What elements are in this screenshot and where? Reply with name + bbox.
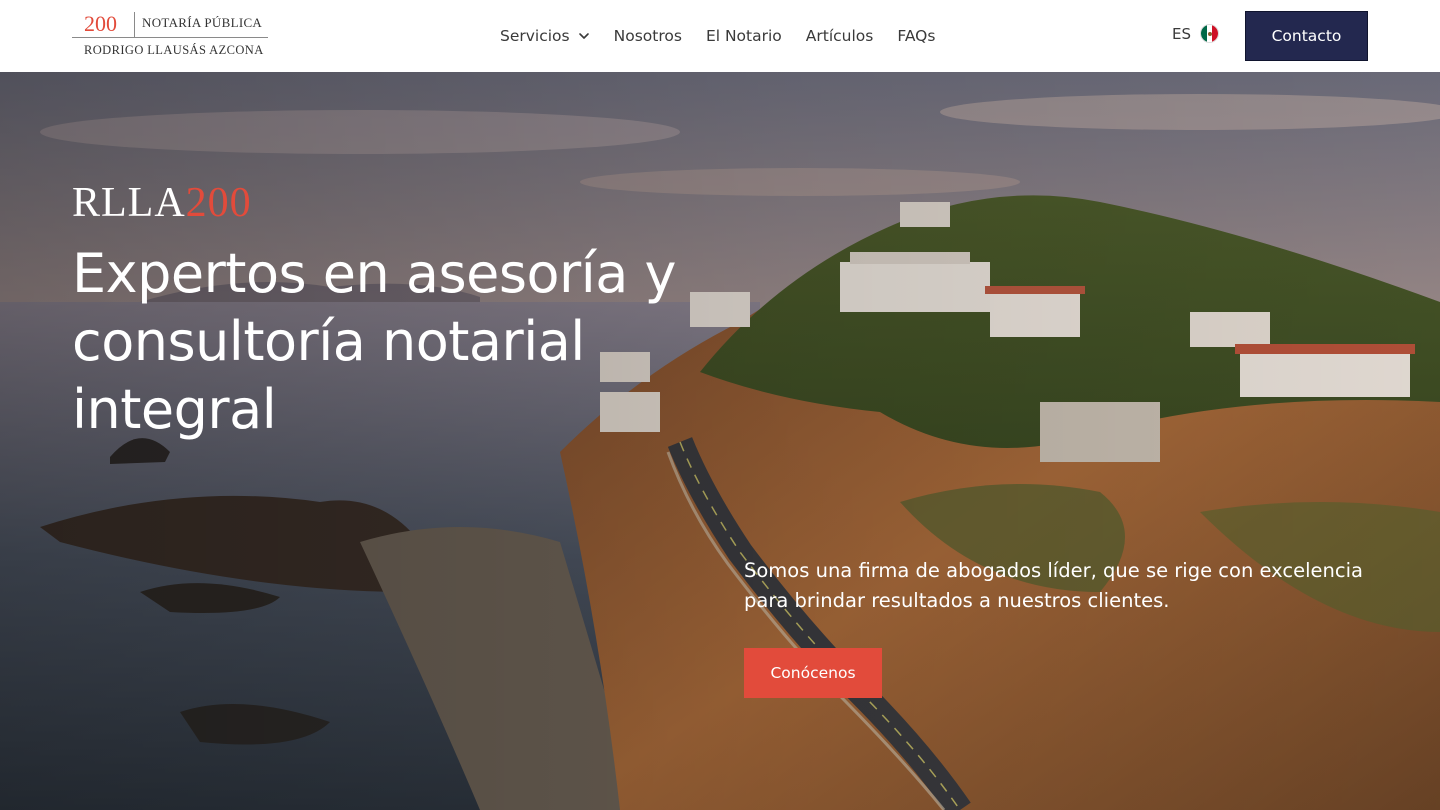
tagline-line-1: Somos una firma de abogados líder, que s… <box>744 559 1363 582</box>
logo-notary-name: RODRIGO LLAUSÁS AZCONA <box>84 43 264 57</box>
tagline-line-2: para brindar resultados a nuestros clien… <box>744 589 1170 612</box>
nav-item-faqs[interactable]: FAQs <box>897 27 935 45</box>
hero-headline: Expertos en asesoría y consultoría notar… <box>72 240 732 444</box>
nav-item-servicios[interactable]: Servicios <box>500 27 590 45</box>
brand-letters: RLLA <box>72 180 186 226</box>
site-header: 200 NOTARÍA PÚBLICA RODRIGO LLAUSÁS AZCO… <box>0 0 1440 72</box>
notaria-logo[interactable]: 200 NOTARÍA PÚBLICA RODRIGO LLAUSÁS AZCO… <box>72 9 268 61</box>
nav-item-nosotros[interactable]: Nosotros <box>614 27 682 45</box>
hero-tagline: Somos una firma de abogados líder, que s… <box>744 556 1374 616</box>
language-code: ES <box>1172 24 1191 43</box>
language-selector[interactable]: ES <box>1172 24 1219 43</box>
brand-number: 200 <box>185 180 252 226</box>
logo-divider-vertical <box>134 12 135 37</box>
logo-title: NOTARÍA PÚBLICA <box>142 15 263 30</box>
headline-line-1: Expertos en asesoría y <box>72 242 676 305</box>
nav-item-el-notario[interactable]: El Notario <box>706 27 782 45</box>
logo-divider-horizontal <box>72 37 268 38</box>
headline-line-3: integral <box>72 378 277 441</box>
conocenos-button[interactable]: Conócenos <box>744 648 882 698</box>
chevron-down-icon <box>578 33 589 39</box>
logo-number: 200 <box>84 11 117 36</box>
mexico-flag-icon <box>1200 24 1219 43</box>
hero-brand-logo: RLLA200 <box>72 180 252 226</box>
nav-item-label: Servicios <box>500 27 570 45</box>
main-nav: Servicios Nosotros El Notario Artículos … <box>500 24 959 48</box>
contact-button[interactable]: Contacto <box>1245 11 1368 61</box>
hero-section: RLLA200 Expertos en asesoría y consultor… <box>0 72 1440 810</box>
nav-item-articulos[interactable]: Artículos <box>806 27 874 45</box>
headline-line-2: consultoría notarial <box>72 310 585 373</box>
